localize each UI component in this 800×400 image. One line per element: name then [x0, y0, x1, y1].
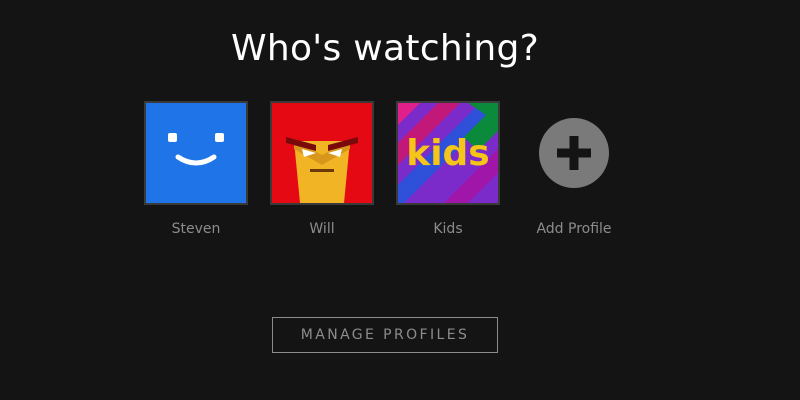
- avatar[interactable]: [144, 101, 248, 205]
- kids-logo-icon: kids: [398, 103, 498, 203]
- profile-will[interactable]: Will: [270, 101, 374, 237]
- avatar[interactable]: [270, 101, 374, 205]
- plus-circle-icon: [539, 118, 609, 188]
- profile-steven[interactable]: Steven: [144, 101, 248, 237]
- profile-name: Steven: [171, 221, 221, 237]
- angry-face-icon: [272, 103, 372, 203]
- profile-name: Will: [309, 221, 335, 237]
- profile-gate-screen: Who's watching? Steven Will kids Kids Ad…: [0, 0, 800, 400]
- add-profile-label: Add Profile: [536, 221, 612, 237]
- profile-name: Kids: [433, 221, 463, 237]
- smiley-face-icon: [146, 103, 246, 203]
- add-profile[interactable]: Add Profile: [522, 101, 626, 237]
- avatar[interactable]: kids: [396, 101, 500, 205]
- svg-text:kids: kids: [406, 133, 489, 174]
- manage-profiles-button[interactable]: MANAGE PROFILES: [272, 317, 498, 353]
- profile-kids[interactable]: kids Kids: [396, 101, 500, 237]
- page-title: Who's watching?: [230, 28, 540, 69]
- add-profile-button[interactable]: [522, 101, 626, 205]
